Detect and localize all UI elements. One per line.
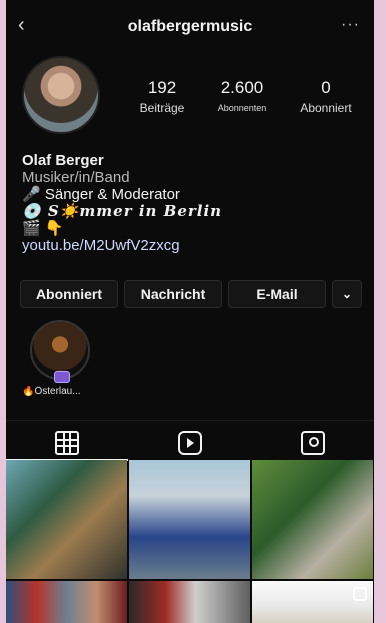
stat-following-label: Abonniert (300, 101, 352, 115)
tab-video[interactable] (129, 427, 251, 459)
profile-category: Musiker/in/Band (22, 169, 130, 186)
post-thumbnail[interactable] (252, 460, 373, 579)
stat-following[interactable]: 0 Abonniert (286, 78, 366, 115)
message-button[interactable]: Nachricht (124, 280, 222, 308)
post-thumbnail[interactable] (252, 581, 373, 623)
profile-actions: Abonniert Nachricht E-Mail ⌄ (20, 280, 362, 308)
more-options-button[interactable]: ··· (341, 16, 360, 34)
post-thumbnail[interactable] (6, 460, 127, 579)
story-highlight[interactable]: 🔥Österlau... (22, 320, 102, 397)
avatar[interactable] (22, 56, 100, 134)
bio-link[interactable]: youtu.be/M2UwfV2zxcg (22, 237, 352, 254)
bio-line-1: 🎤 Sänger & Moderator (22, 186, 180, 203)
profile-username: olafbergermusic (127, 18, 253, 35)
profile-tabs (6, 420, 374, 461)
stat-followers[interactable]: 2.600 Abonnenten (200, 78, 284, 113)
top-bar: ‹ olafbergermusic ··· (6, 0, 374, 52)
stat-posts[interactable]: 192 Beiträge (132, 78, 192, 115)
chevron-down-icon: ⌄ (341, 287, 353, 301)
highlight-badge-icon (54, 371, 70, 383)
tagged-icon (301, 431, 325, 455)
highlight-cover (30, 320, 90, 383)
email-button[interactable]: E-Mail (228, 280, 326, 308)
video-icon (178, 431, 202, 455)
stat-followers-value: 2.600 (220, 78, 264, 97)
tab-grid[interactable] (6, 427, 128, 461)
suggestions-dropdown-button[interactable]: ⌄ (332, 280, 362, 308)
reel-icon (353, 587, 367, 601)
more-horizontal-icon: ··· (341, 16, 360, 33)
profile-bio: Olaf Berger Musiker/in/Band 🎤 Sänger & M… (22, 152, 352, 254)
highlight-label: 🔥Österlau... (22, 386, 81, 397)
stat-posts-value: 192 (147, 78, 177, 97)
stat-followers-label: Abonnenten (217, 103, 267, 113)
bio-line-2: 💿 S☀️mmer in Berlin (22, 202, 223, 220)
post-thumbnail[interactable] (129, 581, 250, 623)
posts-grid (6, 460, 374, 623)
post-thumbnail[interactable] (6, 581, 127, 623)
stat-following-value: 0 (321, 78, 331, 97)
tab-tagged[interactable] (252, 427, 374, 459)
grid-icon (55, 431, 79, 455)
post-thumbnail[interactable] (129, 460, 250, 579)
following-button[interactable]: Abonniert (20, 280, 118, 308)
stat-posts-label: Beiträge (139, 101, 185, 115)
profile-name: Olaf Berger (22, 152, 104, 169)
bio-line-3: 🎬 👇 (22, 220, 64, 237)
instagram-profile-screen: ‹ olafbergermusic ··· 192 Beiträge 2.600… (6, 0, 374, 623)
